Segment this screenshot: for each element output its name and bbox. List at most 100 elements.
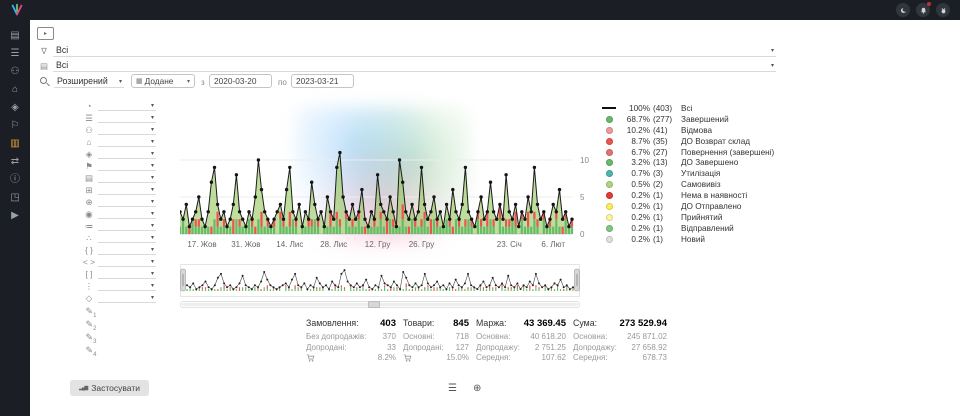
stat-column: Товари:845Основні:718Допродані:12715.0%	[403, 318, 469, 364]
legend-item[interactable]: 100%(403)Всі	[602, 103, 780, 114]
bell-glyph	[919, 6, 928, 15]
pencil-icon[interactable]: ✎4	[84, 345, 98, 358]
filter-select[interactable]: ▾	[98, 172, 156, 183]
legend-swatch	[606, 149, 613, 156]
list-view-icon[interactable]: ☰	[448, 383, 457, 394]
pencil-icon[interactable]: ✎1	[84, 306, 98, 319]
legend-label: Утилізація	[681, 169, 780, 178]
filter-select[interactable]: ▾	[98, 256, 156, 267]
filter-select[interactable]: ▾	[98, 244, 156, 255]
svg-text:23. Січ: 23. Січ	[497, 240, 522, 249]
filter-select[interactable]: ▾	[98, 220, 156, 231]
legend-item[interactable]: 68.7%(277)Завершений	[602, 114, 780, 125]
svg-text:5: 5	[580, 193, 585, 202]
chevron-down-icon: ▾	[151, 102, 154, 109]
date-from-value: 2020-03-20	[214, 76, 256, 86]
type-filter-select[interactable]: Всі ▾	[53, 59, 776, 72]
filter-select[interactable]: ▾	[98, 148, 156, 159]
legend-item[interactable]: 8.7%(35)ДО Возврат склад	[602, 136, 780, 147]
legend-item[interactable]: 0.2%(1)ДО Отправлено	[602, 201, 780, 212]
date-to-input[interactable]: 2023-03-21	[291, 74, 354, 88]
scrollbar-thumb[interactable]	[182, 303, 578, 306]
notifications-bell-icon[interactable]	[916, 3, 930, 17]
topbar-icons	[896, 3, 950, 17]
filter-row-icon: < >	[82, 257, 96, 267]
apply-button[interactable]: ▂▄▆ Застосувати	[70, 380, 149, 396]
orders-icon[interactable]: ☰	[6, 47, 24, 60]
pencil-icon[interactable]: ✎3	[84, 332, 98, 345]
svg-text:6. Лют: 6. Лют	[541, 240, 565, 249]
filter-row-icon: ⚇	[82, 125, 96, 136]
filter-row-icon: [ ]	[82, 269, 96, 279]
video-icon[interactable]: ▶	[6, 209, 24, 222]
chevron-down-icon: ▾	[771, 62, 774, 69]
filter-select[interactable]: ▾	[98, 268, 156, 279]
filter-select[interactable]: ▾	[98, 124, 156, 135]
legend-item[interactable]: 6.7%(27)Повернення (завершені)	[602, 147, 780, 158]
chevron-down-icon: ▾	[151, 198, 154, 205]
theme-moon-icon[interactable]	[896, 3, 910, 17]
legend-label: Прийнятий	[681, 213, 780, 222]
legend-item[interactable]: 0.2%(1)Відправлений	[602, 223, 780, 234]
filter-select[interactable]: ▾	[98, 160, 156, 171]
search-icon[interactable]	[40, 77, 47, 84]
legend-count: (2)	[653, 180, 681, 189]
filter-row-icon: ◈	[82, 149, 96, 160]
filter-select[interactable]: ▾	[98, 100, 156, 111]
filter-select[interactable]: ▾	[98, 292, 156, 303]
dashboard-icon[interactable]: ▤	[6, 29, 24, 42]
footer-icons: ☰ ⊕	[448, 383, 481, 394]
legend-count: (277)	[653, 115, 681, 124]
home-icon[interactable]: ⌂	[6, 83, 24, 96]
legend-swatch	[606, 138, 613, 145]
filter-select[interactable]: ▾	[98, 196, 156, 207]
integrations-icon[interactable]: ⇄	[6, 155, 24, 168]
status-filter-value: Всі	[56, 45, 68, 55]
filter-select[interactable]: ▾	[98, 136, 156, 147]
legend-item[interactable]: 3.2%(13)ДО Завершено	[602, 157, 780, 168]
legend-item[interactable]: 10.2%(41)Відмова	[602, 125, 780, 136]
legend-item[interactable]: 0.2%(1)Новий	[602, 234, 780, 245]
products-icon[interactable]: ◈	[6, 101, 24, 114]
info-icon[interactable]: ⓘ	[6, 173, 24, 186]
legend-percent: 0.2%	[620, 191, 650, 200]
stat-column: Маржа:43 369.45Основна:40 618.20Допродаж…	[476, 318, 566, 364]
filter-select[interactable]: ▾	[98, 280, 156, 291]
customers-icon[interactable]: ⚇	[6, 65, 24, 78]
main-chart[interactable]: 051017. Жов31. Жов14. Лис28. Лис12. Гру2…	[180, 96, 592, 264]
chevron-down-icon: ▾	[187, 78, 190, 85]
chevron-down-icon: ▾	[151, 210, 154, 217]
search-mode-value: Розширений	[57, 76, 108, 86]
date-from-input[interactable]: 2020-03-20	[209, 74, 272, 88]
summary-stats: Замовлення:403Без допродажів:370Допродан…	[306, 318, 667, 364]
pencil-icon[interactable]: ✎2	[84, 319, 98, 332]
campaigns-icon[interactable]: ⚐	[6, 119, 24, 132]
mini-navigator-chart[interactable]	[180, 264, 580, 298]
legend-count: (13)	[653, 158, 681, 167]
svg-text:26. Гру: 26. Гру	[409, 240, 435, 249]
legend-item[interactable]: 0.2%(1)Нема в наявності	[602, 190, 780, 201]
chart-scrollbar[interactable]	[180, 301, 580, 308]
svg-text:28. Лис: 28. Лис	[320, 240, 347, 249]
support-bug-icon[interactable]	[936, 3, 950, 17]
apps-icon[interactable]: ◳	[6, 191, 24, 204]
presentation-screen-icon[interactable]: ▸	[37, 27, 54, 40]
filter-select[interactable]: ▾	[98, 208, 156, 219]
search-mode-select[interactable]: Розширений ▾	[54, 75, 124, 88]
app-logo-icon[interactable]	[10, 3, 24, 17]
svg-text:31. Жов: 31. Жов	[231, 240, 260, 249]
filter-select[interactable]: ▾	[98, 112, 156, 123]
status-filter-select[interactable]: Всі ▾	[53, 44, 776, 57]
legend-item[interactable]: 0.7%(3)Утилізація	[602, 168, 780, 179]
filter-select[interactable]: ▾	[98, 184, 156, 195]
analytics-icon[interactable]: ▥	[6, 137, 24, 150]
legend-label: Повернення (завершені)	[681, 148, 780, 157]
scrollbar-grip[interactable]	[368, 301, 380, 308]
date-field-select[interactable]: ▦ Додане ▾	[131, 74, 195, 88]
legend-label: Відмова	[681, 126, 780, 135]
legend-item[interactable]: 0.5%(2)Самовивіз	[602, 179, 780, 190]
filter-row-icon: ▤	[82, 173, 96, 184]
filter-select[interactable]: ▾	[98, 232, 156, 243]
globe-icon[interactable]: ⊕	[473, 383, 481, 394]
legend-item[interactable]: 0.2%(1)Прийнятий	[602, 212, 780, 223]
